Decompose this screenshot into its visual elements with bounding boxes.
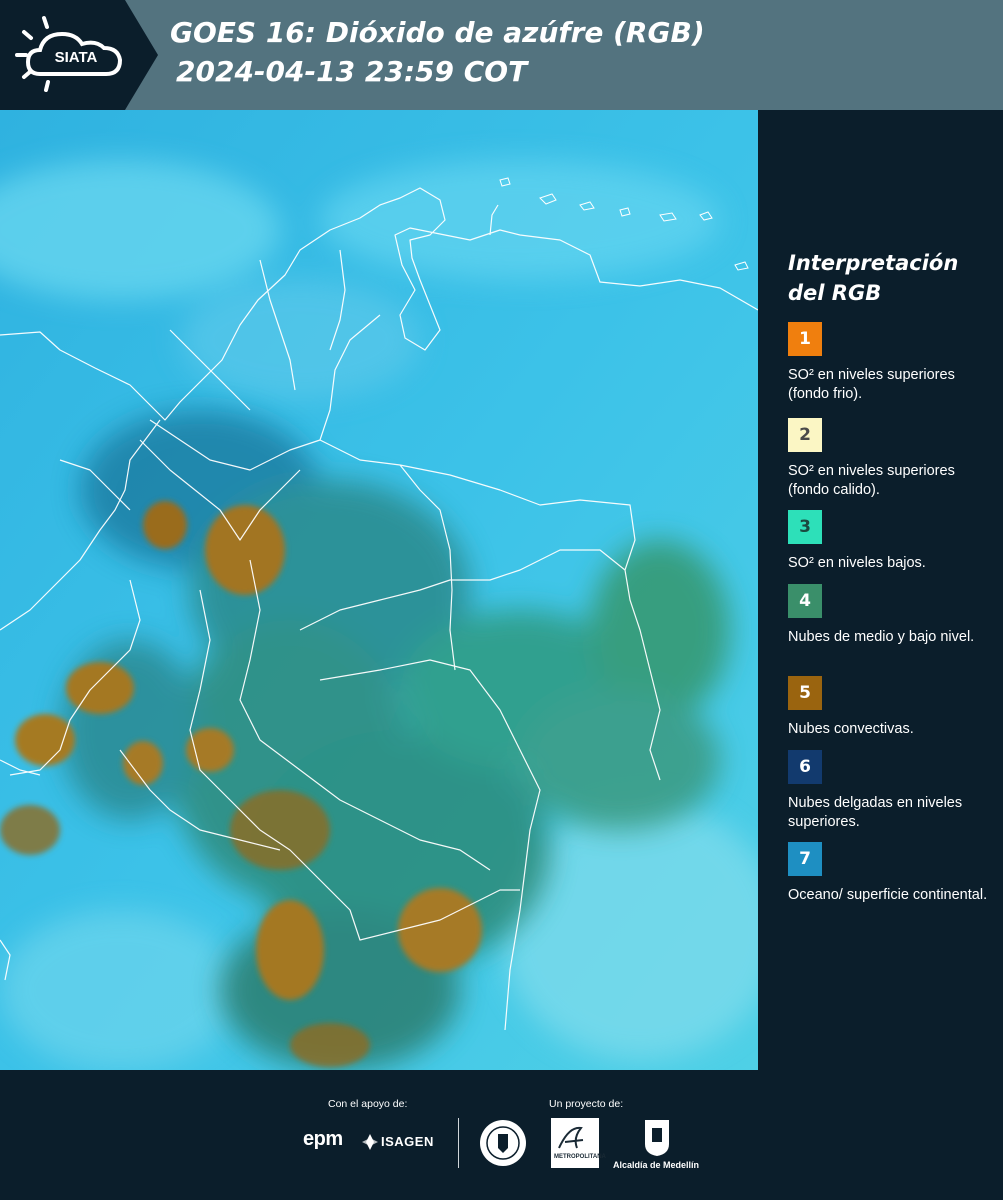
legend-swatch-2: 2 (788, 418, 822, 452)
legend-title: Interpretación del RGB (788, 251, 959, 305)
logo-text: SIATA (55, 49, 98, 66)
legend-label-4: Nubes de medio y bajo nivel. (788, 629, 975, 645)
page-title: GOES 16: Dióxido de azúfre (RGB) (170, 16, 705, 49)
support-caption: Con el apoyo de: (328, 1098, 408, 1110)
isagen-icon (362, 1134, 378, 1150)
legend-swatch-6: 6 (788, 750, 822, 784)
satellite-map (0, 110, 758, 1070)
area-metropolitana-logo (551, 1118, 599, 1168)
footer: Con el apoyo de: Un proyecto de: epm ISA… (0, 1070, 1003, 1200)
isagen-logo: ISAGEN (381, 1134, 434, 1149)
header-bar: SIATA GOES 16: Dióxido de azúfre (RGB) 2… (0, 0, 1003, 110)
legend-item-6: 6 Nubes delgadas en niveles superiores. (788, 750, 993, 832)
area-metropolitana-label: METROPOLITANA (554, 1154, 606, 1160)
alcaldia-label: Alcaldía de Medellín (613, 1160, 700, 1170)
project-caption: Un proyecto de: (549, 1098, 624, 1110)
alcaldia-shield-icon (645, 1120, 669, 1156)
medellin-seal-icon (480, 1120, 526, 1166)
legend-item-3: 3 SO² en niveles bajos. (788, 510, 993, 573)
timestamp: 2024-04-13 23:59 COT (176, 55, 528, 88)
legend-label-1: SO² en niveles superiores (fondo frio). (788, 367, 955, 402)
epm-logo: epm (303, 1128, 343, 1150)
legend-item-7: 7 Oceano/ superficie continental. (788, 842, 993, 905)
legend-swatch-4: 4 (788, 584, 822, 618)
siata-logo: SIATA (0, 0, 158, 110)
footer-divider (458, 1118, 459, 1168)
legend-label-7: Oceano/ superficie continental. (788, 887, 988, 903)
legend-item-2: 2 SO² en niveles superiores (fondo calid… (788, 418, 993, 512)
legend-label-5: Nubes convectivas. (788, 721, 914, 737)
legend-panel: Interpretación del RGB 1 SO² en niveles … (758, 110, 1003, 1070)
legend-swatch-7: 7 (788, 842, 822, 876)
legend-label-2: SO² en niveles superiores (fondo calido)… (788, 463, 955, 498)
legend-swatch-3: 3 (788, 510, 822, 544)
legend-swatch-1: 1 (788, 322, 822, 356)
legend-swatch-5: 5 (788, 676, 822, 710)
legend-item-1: 1 SO² en niveles superiores (fondo frio)… (788, 322, 993, 404)
legend-item-4: 4 Nubes de medio y bajo nivel. (788, 584, 993, 647)
legend-label-3: SO² en niveles bajos. (788, 555, 926, 571)
legend-item-5: 5 Nubes convectivas. (788, 676, 993, 739)
legend-label-6: Nubes delgadas en niveles superiores. (788, 795, 963, 830)
